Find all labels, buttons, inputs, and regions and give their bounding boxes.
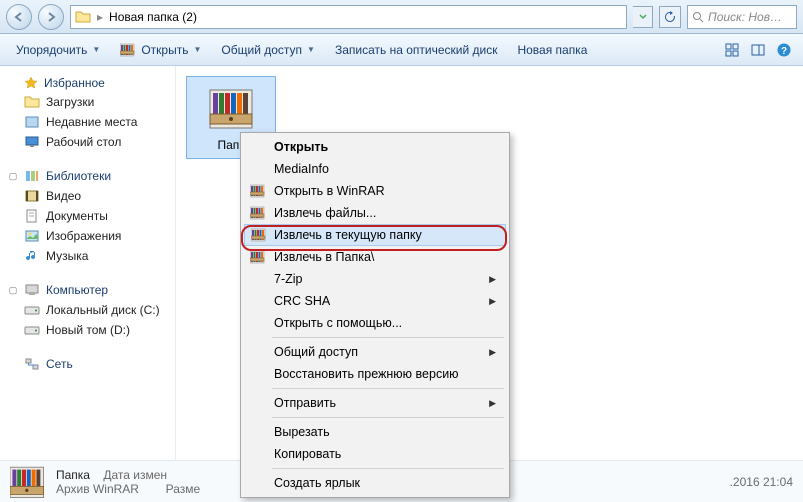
ctx-mediainfo[interactable]: MediaInfo	[244, 158, 506, 180]
ctx-open-with[interactable]: Открыть с помощью...	[244, 312, 506, 334]
winrar-archive-icon	[10, 464, 46, 500]
new-folder-button[interactable]: Новая папка	[509, 39, 595, 61]
submenu-arrow-icon: ▶	[489, 347, 496, 358]
collapse-icon: ▢	[8, 285, 18, 296]
refresh-button[interactable]	[659, 6, 681, 28]
chevron-down-icon: ▼	[92, 45, 100, 54]
sidebar-favorites: Избранное Загрузки Недавние места Рабочи…	[4, 74, 171, 152]
folder-icon	[75, 9, 91, 25]
chevron-down-icon: ▼	[193, 45, 201, 54]
back-button[interactable]	[6, 4, 32, 30]
open-button[interactable]: Открыть▼	[112, 38, 209, 62]
sidebar-item-images[interactable]: Изображения	[4, 226, 171, 246]
winrar-archive-icon	[207, 83, 255, 131]
preview-pane-button[interactable]	[747, 39, 769, 61]
chevron-down-icon	[639, 13, 647, 21]
help-button[interactable]: ?	[773, 39, 795, 61]
ctx-7zip[interactable]: 7-Zip▶	[244, 268, 506, 290]
sidebar-item-drive-d[interactable]: Новый том (D:)	[4, 320, 171, 340]
ctx-extract-here[interactable]: Извлечь в текущую папку	[244, 224, 506, 246]
breadcrumb[interactable]: ▸ Новая папка (2)	[70, 5, 627, 29]
ctx-open-winrar[interactable]: Открыть в WinRAR	[244, 180, 506, 202]
sidebar-item-video[interactable]: Видео	[4, 186, 171, 206]
ctx-extract-to[interactable]: Извлечь в Папка\	[244, 246, 506, 268]
ctx-extract-files[interactable]: Извлечь файлы...	[244, 202, 506, 224]
address-bar: ▸ Новая папка (2) Поиск: Нов…	[0, 0, 803, 34]
search-icon	[692, 11, 704, 23]
separator	[272, 468, 504, 469]
winrar-icon	[120, 42, 136, 58]
sidebar-item-network[interactable]: Сеть	[4, 354, 171, 374]
sidebar-item-music[interactable]: Музыка	[4, 246, 171, 266]
context-menu: Открыть MediaInfo Открыть в WinRAR Извле…	[240, 132, 510, 498]
svg-text:?: ?	[781, 46, 787, 57]
computer-icon	[24, 282, 40, 298]
ctx-crc[interactable]: CRC SHA▶	[244, 290, 506, 312]
forward-button[interactable]	[38, 4, 64, 30]
sidebar-item-libraries[interactable]: ▢ Библиотеки	[4, 166, 171, 186]
sidebar-item-desktop[interactable]: Рабочий стол	[4, 132, 171, 152]
star-icon	[24, 76, 38, 90]
drive-icon	[24, 322, 40, 338]
share-button[interactable]: Общий доступ▼	[213, 39, 323, 61]
separator	[272, 417, 504, 418]
documents-icon	[24, 208, 40, 224]
folder-icon	[24, 94, 40, 110]
submenu-arrow-icon: ▶	[489, 398, 496, 409]
winrar-icon	[250, 249, 266, 265]
images-icon	[24, 228, 40, 244]
recent-icon	[24, 114, 40, 130]
drive-icon	[24, 302, 40, 318]
desktop-icon	[24, 134, 40, 150]
path-dropdown-button[interactable]	[633, 6, 653, 28]
status-date: .2016 21:04	[730, 475, 793, 489]
sidebar-computer: ▢ Компьютер Локальный диск (C:) Новый то…	[4, 280, 171, 340]
winrar-icon	[251, 227, 267, 243]
network-icon	[24, 356, 40, 372]
music-icon	[24, 248, 40, 264]
arrow-right-icon	[45, 11, 57, 23]
submenu-arrow-icon: ▶	[489, 274, 496, 285]
collapse-icon: ▢	[8, 171, 18, 182]
help-icon: ?	[776, 42, 792, 58]
ctx-restore[interactable]: Восстановить прежнюю версию	[244, 363, 506, 385]
ctx-open[interactable]: Открыть	[244, 136, 506, 158]
breadcrumb-sep-icon: ▸	[97, 10, 103, 24]
search-input[interactable]: Поиск: Нов…	[687, 5, 797, 29]
status-text: Папка Дата измен Архив WinRAR Разме	[56, 468, 200, 496]
sidebar-item-downloads[interactable]: Загрузки	[4, 92, 171, 112]
toolbar: Упорядочить▼ Открыть▼ Общий доступ▼ Запи…	[0, 34, 803, 66]
separator	[272, 337, 504, 338]
sidebar: Избранное Загрузки Недавние места Рабочи…	[0, 66, 176, 460]
video-icon	[24, 188, 40, 204]
ctx-copy[interactable]: Копировать	[244, 443, 506, 465]
arrow-left-icon	[13, 11, 25, 23]
sidebar-item-documents[interactable]: Документы	[4, 206, 171, 226]
search-placeholder: Поиск: Нов…	[708, 10, 782, 24]
winrar-icon	[250, 183, 266, 199]
ctx-share[interactable]: Общий доступ▶	[244, 341, 506, 363]
organize-button[interactable]: Упорядочить▼	[8, 39, 108, 61]
layout-icon	[725, 43, 739, 57]
sidebar-item-recent[interactable]: Недавние места	[4, 112, 171, 132]
chevron-down-icon: ▼	[307, 45, 315, 54]
separator	[272, 388, 504, 389]
ctx-shortcut[interactable]: Создать ярлык	[244, 472, 506, 494]
view-options-button[interactable]	[721, 39, 743, 61]
libraries-icon	[24, 168, 40, 184]
sidebar-network: Сеть	[4, 354, 171, 374]
sidebar-libraries: ▢ Библиотеки Видео Документы Изображения…	[4, 166, 171, 266]
breadcrumb-current[interactable]: Новая папка (2)	[109, 10, 197, 24]
ctx-send-to[interactable]: Отправить▶	[244, 392, 506, 414]
burn-button[interactable]: Записать на оптический диск	[327, 39, 506, 61]
sidebar-item-computer[interactable]: ▢ Компьютер	[4, 280, 171, 300]
sidebar-item-drive-c[interactable]: Локальный диск (C:)	[4, 300, 171, 320]
submenu-arrow-icon: ▶	[489, 296, 496, 307]
refresh-icon	[664, 11, 676, 23]
panel-icon	[751, 43, 765, 57]
sidebar-item-favorites[interactable]: Избранное	[4, 74, 171, 92]
ctx-cut[interactable]: Вырезать	[244, 421, 506, 443]
winrar-icon	[250, 205, 266, 221]
